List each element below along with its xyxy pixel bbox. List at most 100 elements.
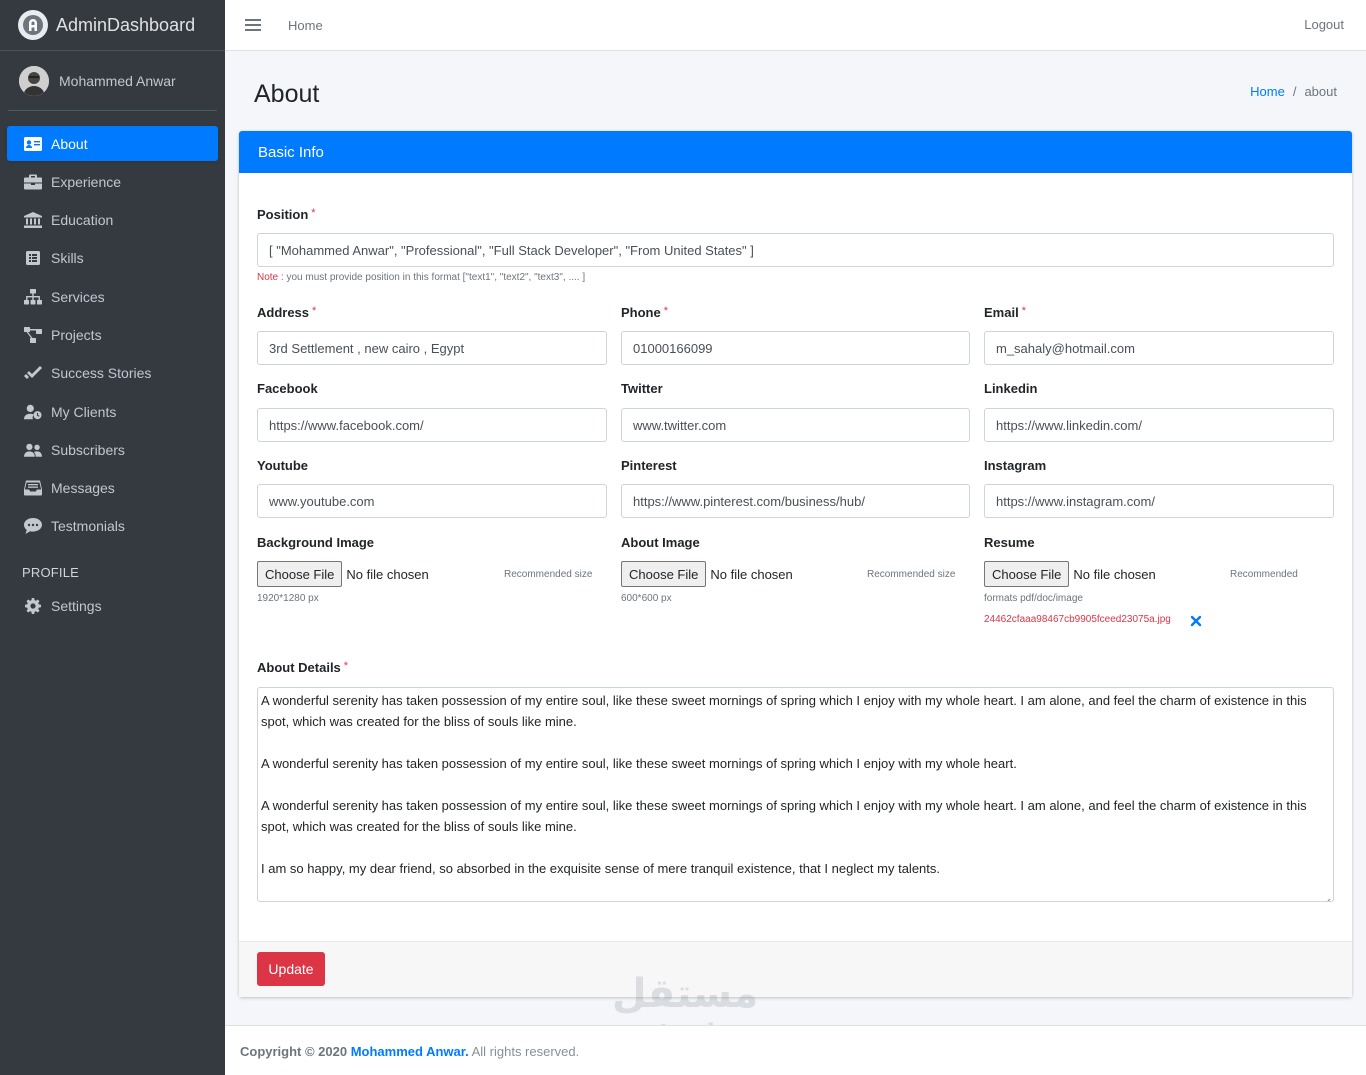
about-image-hint: Recommended size (867, 569, 956, 580)
user-clock-icon (23, 404, 43, 420)
background-image-choose-button[interactable]: Choose File (257, 561, 343, 587)
email-input[interactable]: m_sahaly@hotmail.com (984, 331, 1334, 365)
id-card-icon (23, 136, 43, 152)
background-image-hint: Recommended size (504, 569, 593, 580)
sidebar-item-education[interactable]: Education (7, 203, 218, 238)
sidebar-item-about[interactable]: About (7, 126, 218, 161)
remove-file-icon[interactable] (1190, 614, 1202, 627)
sidebar-item-label: Messages (51, 480, 115, 497)
sidebar-item-success-stories[interactable]: Success Stories (7, 356, 218, 391)
users-icon (23, 442, 43, 458)
card-title: Basic Info (239, 131, 1352, 173)
resize-handle-icon[interactable] (1323, 891, 1331, 901)
sidebar-item-projects[interactable]: Projects (7, 317, 218, 352)
pinterest-input[interactable]: https://www.pinterest.com/business/hub/ (621, 484, 970, 518)
linkedin-label: Linkedin (984, 381, 1038, 396)
sitemap-icon (23, 288, 43, 305)
copyright-prefix: Copyright © 2020 (240, 1044, 351, 1059)
copyright-suffix: All rights reserved. (468, 1044, 580, 1059)
footer-author-link[interactable]: Mohammed Anwar. (351, 1044, 469, 1059)
sidebar-item-label: About (51, 135, 88, 152)
about-details-textarea[interactable]: A wonderful serenity has taken possessio… (257, 687, 1334, 902)
sidebar-item-label: Testmonials (51, 518, 125, 535)
user-panel[interactable]: Mohammed Anwar (8, 51, 217, 111)
about-image-status: No file chosen (710, 566, 793, 582)
about-paragraph: A wonderful serenity has taken possessio… (261, 798, 1307, 834)
facebook-label: Facebook (257, 381, 318, 396)
sidebar-item-label: Services (51, 288, 105, 305)
gear-icon (23, 597, 43, 614)
check-double-icon (23, 365, 43, 381)
top-navbar: Home Logout (225, 0, 1366, 51)
position-note: Note : you must provide position in this… (257, 272, 586, 283)
sidebar-item-services[interactable]: Services (7, 279, 218, 314)
resume-current-file-link[interactable]: 24462cfaaa98467cb9905fceed23075a.jpg (984, 614, 1171, 625)
about-details-label: About Details * (257, 660, 349, 675)
top-home-link[interactable]: Home (288, 18, 323, 33)
inbox-icon (23, 480, 43, 496)
about-image-label: About Image (621, 535, 700, 550)
youtube-label: Youtube (257, 458, 309, 473)
breadcrumb: Home / about (1250, 84, 1337, 99)
twitter-label: Twitter (621, 381, 663, 396)
instagram-label: Instagram (984, 458, 1047, 473)
instagram-input[interactable]: https://www.instagram.com/ (984, 484, 1334, 518)
hamburger-menu-icon[interactable] (245, 18, 261, 32)
background-image-status: No file chosen (346, 566, 429, 582)
sidebar-nav: About Experience Education Skills Servic… (0, 111, 225, 623)
sidebar-item-subscribers[interactable]: Subscribers (7, 432, 218, 467)
position-input[interactable]: [ "Mohammed Anwar", "Professional", "Ful… (257, 233, 1334, 267)
project-diagram-icon (23, 326, 43, 343)
breadcrumb-home-link[interactable]: Home (1250, 84, 1285, 99)
background-image-file-input[interactable]: Choose File No file chosen (257, 561, 429, 587)
phone-label: Phone * (621, 305, 669, 320)
sidebar-item-label: Experience (51, 173, 122, 190)
sidebar-header-profile: PROFILE (22, 565, 80, 581)
twitter-input[interactable]: www.twitter.com (621, 408, 970, 442)
sidebar-item-label: Education (51, 212, 114, 229)
sidebar-item-label: Projects (51, 326, 102, 343)
resume-file-input[interactable]: Choose File No file chosen (984, 561, 1156, 587)
sidebar-item-testmonials[interactable]: Testmonials (7, 509, 218, 544)
sidebar-item-settings[interactable]: Settings (7, 588, 218, 623)
resume-choose-button[interactable]: Choose File (984, 561, 1070, 587)
youtube-input[interactable]: www.youtube.com (257, 484, 607, 518)
email-label: Email * (984, 305, 1026, 320)
address-label: Address * (257, 305, 317, 320)
page-title: About (254, 80, 320, 108)
facebook-input[interactable]: https://www.facebook.com/ (257, 408, 607, 442)
phone-input[interactable]: 01000166099 (621, 331, 970, 365)
sidebar-item-label: Settings (51, 597, 102, 614)
breadcrumb-current: about (1304, 84, 1337, 99)
sidebar-item-label: Subscribers (51, 441, 125, 458)
about-paragraph: A wonderful serenity has taken possessio… (261, 693, 1307, 729)
comment-dots-icon (23, 518, 43, 535)
background-image-label: Background Image (257, 535, 375, 550)
position-label: Position * (257, 207, 316, 222)
list-alt-icon (23, 250, 43, 266)
about-image-size: 600*600 px (621, 593, 672, 604)
address-input[interactable]: 3rd Settlement , new cairo , Egypt (257, 331, 607, 365)
sidebar: AdminDashboard Mohammed Anwar About Expe… (0, 0, 225, 1075)
about-image-file-input[interactable]: Choose File No file chosen (621, 561, 793, 587)
sidebar-item-messages[interactable]: Messages (7, 471, 218, 506)
logout-link[interactable]: Logout (1304, 17, 1344, 32)
user-name: Mohammed Anwar (59, 72, 176, 89)
sidebar-item-label: My Clients (51, 403, 117, 420)
page-footer: Copyright © 2020 Mohammed Anwar. All rig… (225, 1025, 1366, 1075)
briefcase-icon (23, 174, 43, 190)
linkedin-input[interactable]: https://www.linkedin.com/ (984, 408, 1334, 442)
background-image-size: 1920*1280 px (257, 593, 319, 604)
about-image-choose-button[interactable]: Choose File (621, 561, 707, 587)
about-paragraph: A wonderful serenity has taken possessio… (261, 756, 1017, 771)
sidebar-item-skills[interactable]: Skills (7, 241, 218, 276)
university-icon (23, 212, 43, 229)
copyright-text: Copyright © 2020 Mohammed Anwar. All rig… (240, 1044, 579, 1059)
update-button[interactable]: Update (257, 952, 325, 986)
sidebar-item-my-clients[interactable]: My Clients (7, 394, 218, 429)
sidebar-item-label: Skills (51, 250, 84, 267)
breadcrumb-separator: / (1292, 84, 1297, 99)
brand-link[interactable]: AdminDashboard (0, 0, 225, 51)
avatar (19, 65, 49, 96)
sidebar-item-experience[interactable]: Experience (7, 164, 218, 199)
